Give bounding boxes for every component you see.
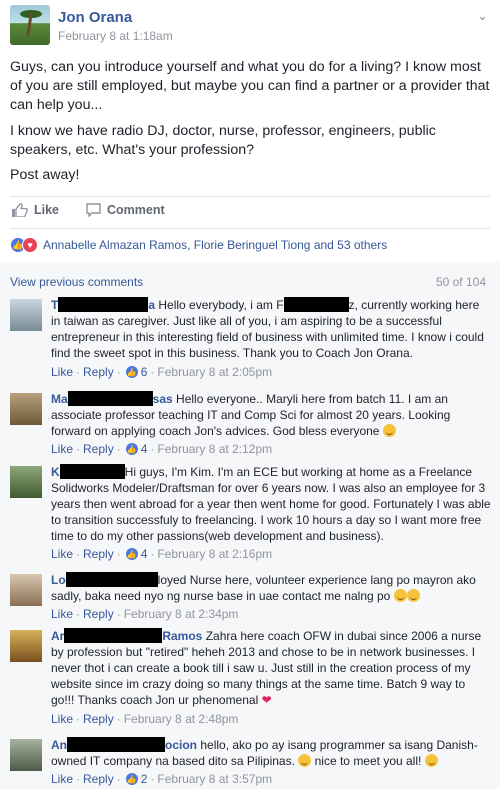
comment-meta: Like · Reply · February 8 at 2:48pm: [51, 712, 239, 726]
commenter-name[interactable]: Ar: [51, 629, 64, 643]
comment-time[interactable]: February 8 at 2:34pm: [124, 607, 239, 621]
comment-reply-link[interactable]: Reply: [83, 772, 114, 786]
like-count-icon: 👍: [125, 366, 138, 378]
comment-time[interactable]: February 8 at 2:05pm: [157, 365, 272, 379]
comment-like-link[interactable]: Like: [51, 442, 73, 456]
comment-like-link[interactable]: Like: [51, 712, 73, 726]
post-timestamp[interactable]: February 8 at 1:18am: [58, 29, 173, 43]
post-paragraph-3: Post away!: [10, 167, 80, 183]
comment-text: An ocion hello, ako po ay isang programme…: [51, 737, 478, 768]
post-header: Jon Orana February 8 at 1:18am ⌄: [0, 0, 500, 50]
like-count[interactable]: 4: [141, 442, 148, 456]
comment-meta: Like · Reply · 👍 2 · February 8 at 3:57p…: [51, 772, 273, 786]
commenter-name[interactable]: An: [51, 738, 67, 752]
commenter-name[interactable]: T: [51, 298, 58, 312]
comment-like-link[interactable]: Like: [51, 365, 73, 379]
commenter-avatar[interactable]: [10, 574, 42, 606]
reactions-text: Annabelle Almazan Ramos, Florie Beringue…: [43, 238, 388, 252]
comment-like-link[interactable]: Like: [51, 607, 73, 621]
hearts-icon: ❤: [261, 693, 272, 707]
love-reaction-icon: ♥: [22, 237, 38, 253]
smiley-icon: [424, 754, 438, 767]
comment-time[interactable]: February 8 at 2:12pm: [157, 442, 272, 456]
reactions-summary[interactable]: 👍 ♥ Annabelle Almazan Ramos, Florie Beri…: [10, 236, 387, 254]
comment-text: Ma sas Hello everyone.. Maryli here from …: [51, 391, 451, 438]
commenter-name[interactable]: Ma: [51, 392, 68, 406]
like-count[interactable]: 4: [141, 547, 148, 561]
comment-reply-link[interactable]: Reply: [83, 712, 114, 726]
comment-button[interactable]: Comment: [86, 203, 165, 217]
smiley-icon: [298, 754, 312, 767]
commenter-avatar[interactable]: [10, 630, 42, 662]
comment-time[interactable]: February 8 at 2:48pm: [124, 712, 239, 726]
post-author[interactable]: Jon Orana: [58, 9, 132, 26]
comment-text: Ta Hello everybody, i am Fz, currently w…: [51, 297, 484, 360]
grin-icon: [393, 589, 407, 602]
comment-meta: Like · Reply · February 8 at 2:34pm: [51, 607, 239, 621]
commenter-avatar[interactable]: [10, 299, 42, 331]
commenter-avatar[interactable]: [10, 739, 42, 771]
comment-meta: Like · Reply · 👍 4 · February 8 at 2:12p…: [51, 442, 273, 456]
like-label: Like: [34, 203, 60, 217]
comment-time[interactable]: February 8 at 2:16pm: [157, 547, 272, 561]
commenter-avatar[interactable]: [10, 466, 42, 498]
comment-reply-link[interactable]: Reply: [83, 442, 114, 456]
chevron-down-icon[interactable]: ⌄: [477, 8, 488, 24]
post-paragraph-1: Guys, can you introduce yourself and wha…: [10, 59, 490, 113]
like-count-icon: 👍: [125, 443, 138, 455]
like-count[interactable]: 6: [141, 365, 148, 379]
thumbs-up-icon: [12, 203, 28, 217]
comment-time[interactable]: February 8 at 3:57pm: [157, 772, 272, 786]
comment-meta: Like · Reply · 👍 4 · February 8 at 2:16p…: [51, 547, 273, 561]
like-button[interactable]: Like: [12, 203, 59, 217]
comment-reply-link[interactable]: Reply: [83, 365, 114, 379]
like-count-icon: 👍: [125, 773, 138, 785]
comment-like-link[interactable]: Like: [51, 547, 73, 561]
author-avatar[interactable]: [10, 5, 50, 45]
like-count-icon: 👍: [125, 548, 138, 560]
comment-like-link[interactable]: Like: [51, 772, 73, 786]
comment-text: K Hi guys, I'm Kim. I'm an ECE but workin…: [51, 464, 491, 543]
comment-text: Lo loyed Nurse here, volunteer experience…: [51, 572, 476, 603]
commenter-name[interactable]: Lo: [51, 573, 66, 587]
comment-meta: Like · Reply · 👍 6 · February 8 at 2:05p…: [51, 365, 273, 379]
comment-text: Ar Ramos Zahra here coach OFW in dubai si…: [51, 628, 482, 707]
comment-count: 50 of 104: [435, 275, 486, 289]
post-paragraph-2: I know we have radio DJ, doctor, nurse, …: [10, 123, 436, 158]
comment-reply-link[interactable]: Reply: [83, 547, 114, 561]
grin-icon: [406, 589, 420, 602]
smiley-icon: [382, 424, 396, 437]
like-count[interactable]: 2: [141, 772, 148, 786]
commenter-avatar[interactable]: [10, 393, 42, 425]
divider: [10, 228, 490, 229]
view-previous-comments-link[interactable]: View previous comments: [10, 275, 143, 289]
comment-label: Comment: [107, 203, 165, 217]
divider: [10, 196, 490, 197]
comment-icon: [86, 203, 101, 217]
commenter-name[interactable]: K: [51, 465, 60, 479]
comment-reply-link[interactable]: Reply: [83, 607, 114, 621]
